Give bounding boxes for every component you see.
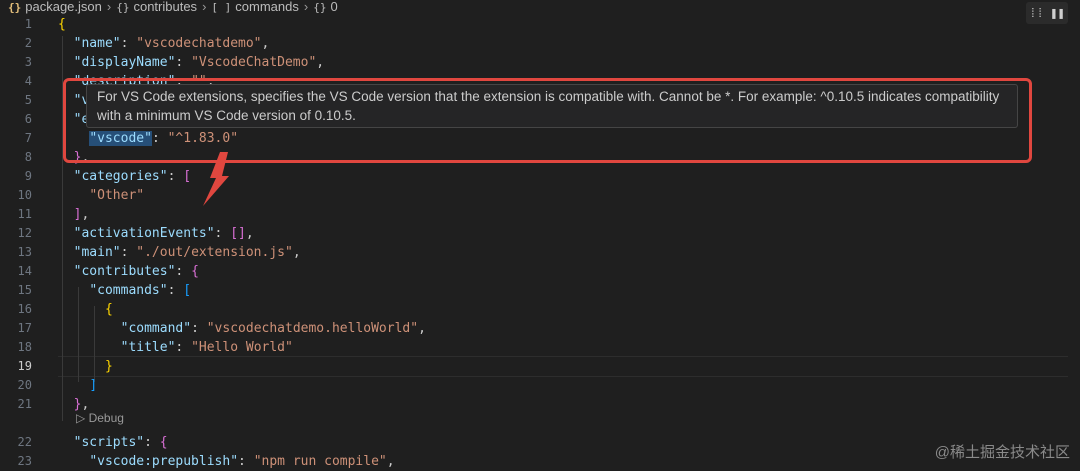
json-value: "vscodechatdemo.helloWorld" (206, 321, 419, 336)
line-number: 5 (24, 93, 32, 107)
code-line: "command": "vscodechatdemo.helloWorld", (120, 321, 426, 336)
code-line: "title": "Hello World" (120, 340, 293, 355)
json-key: "scripts" (73, 435, 145, 450)
arrow-shape (203, 152, 229, 206)
line-number: 21 (17, 397, 32, 411)
editor-actions: ⁞⁞ ❚❚ (1026, 2, 1068, 24)
brace: { (191, 264, 199, 279)
code-line: ], (73, 207, 90, 222)
line-number: 10 (17, 188, 32, 202)
current-line-highlight (58, 356, 1068, 377)
line-number: 16 (17, 302, 32, 316)
json-value: "VscodeChatDemo" (191, 55, 317, 70)
line-number: 18 (17, 340, 32, 354)
bracket: [ (183, 169, 192, 184)
bracket: [ (183, 283, 192, 298)
chevron-right-icon: › (303, 0, 309, 14)
breadcrumb: {} package.json ›{} contributes ›[ ] commands… (0, 0, 1080, 14)
array-icon: [ ] (211, 1, 232, 14)
chevron-right-icon: › (106, 0, 112, 14)
line-number: 11 (17, 207, 32, 221)
json-key: "commands" (89, 283, 168, 298)
code-line: "categories": [ (73, 169, 192, 184)
line-number: 1 (24, 17, 32, 31)
json-key: "title" (120, 340, 176, 355)
code-line: ] (58, 376, 97, 395)
object-icon: {} (116, 1, 130, 14)
json-value: "Hello World" (191, 340, 293, 355)
line-number: 4 (24, 74, 32, 88)
line-number: 8 (24, 150, 32, 164)
bracket: ] (73, 207, 82, 222)
json-key: "displayName" (73, 55, 176, 70)
json-key: "categories" (73, 169, 168, 184)
chevron-right-icon: › (202, 0, 207, 14)
code-line: "activationEvents": [], (73, 226, 254, 241)
line-number: 9 (24, 169, 32, 183)
line-number: 22 (17, 435, 32, 449)
breadcrumb-index[interactable]: 0 (330, 0, 337, 13)
json-key: "contributes" (73, 264, 176, 279)
json-key: "command" (120, 321, 192, 336)
brace: { (104, 302, 113, 317)
annotation-arrow-icon (203, 152, 229, 206)
breadcrumb-contributes[interactable]: contributes (133, 0, 197, 13)
json-key: "name" (73, 36, 121, 51)
line-number: 14 (17, 264, 32, 278)
json-value: "./out/extension.js" (136, 245, 293, 260)
code-line: "Other" (58, 186, 144, 205)
code-line: "contributes": { (73, 264, 199, 279)
bracket: ] (89, 378, 98, 393)
line-number: 3 (24, 55, 32, 69)
codelens-debug[interactable]: ▷ Debug (76, 411, 124, 425)
bracket: [] (230, 226, 246, 241)
json-value: "vscodechatdemo" (136, 36, 262, 51)
line-number: 15 (17, 283, 32, 297)
brace: { (159, 435, 168, 450)
line-number: 13 (17, 245, 32, 259)
code-line: { (58, 300, 113, 319)
line-number: 6 (24, 112, 32, 126)
code-line: "name": "vscodechatdemo", (73, 36, 270, 51)
brace: } (73, 397, 82, 412)
code-line: "scripts": { (73, 435, 168, 450)
breadcrumb-file[interactable]: package.json (25, 0, 102, 13)
drag-handle-icon[interactable]: ⁞⁞ (1029, 6, 1043, 21)
brace: } (104, 359, 113, 374)
line-number: 12 (17, 226, 32, 240)
codelens-label: Debug (88, 411, 124, 425)
line-number: 17 (17, 321, 32, 335)
line-number-active: 19 (17, 359, 32, 373)
code-line: } (58, 357, 113, 376)
code-line: "vscode:prepublish": "npm run compile", (89, 454, 395, 469)
json-key: "main" (73, 245, 121, 260)
line-number: 20 (17, 378, 32, 392)
code-line: "commands": [ (89, 283, 192, 298)
breadcrumb-commands[interactable]: commands (235, 0, 299, 13)
watermark: @稀土掘金技术社区 (934, 444, 1070, 461)
json-key: "activationEvents" (73, 226, 215, 241)
play-icon: ▷ (76, 411, 86, 425)
code-line: { (58, 15, 66, 34)
json-value: "Other" (89, 188, 145, 203)
pause-icon[interactable]: ❚❚ (1050, 6, 1064, 20)
line-number: 23 (17, 454, 32, 468)
line-number: 7 (24, 131, 32, 145)
object-icon: {} (313, 1, 327, 14)
brace: { (58, 17, 66, 32)
line-number: 2 (24, 36, 32, 50)
code-line: "displayName": "VscodeChatDemo", (73, 55, 325, 70)
json-file-icon: {} (8, 1, 22, 14)
code-line: "main": "./out/extension.js", (73, 245, 301, 260)
